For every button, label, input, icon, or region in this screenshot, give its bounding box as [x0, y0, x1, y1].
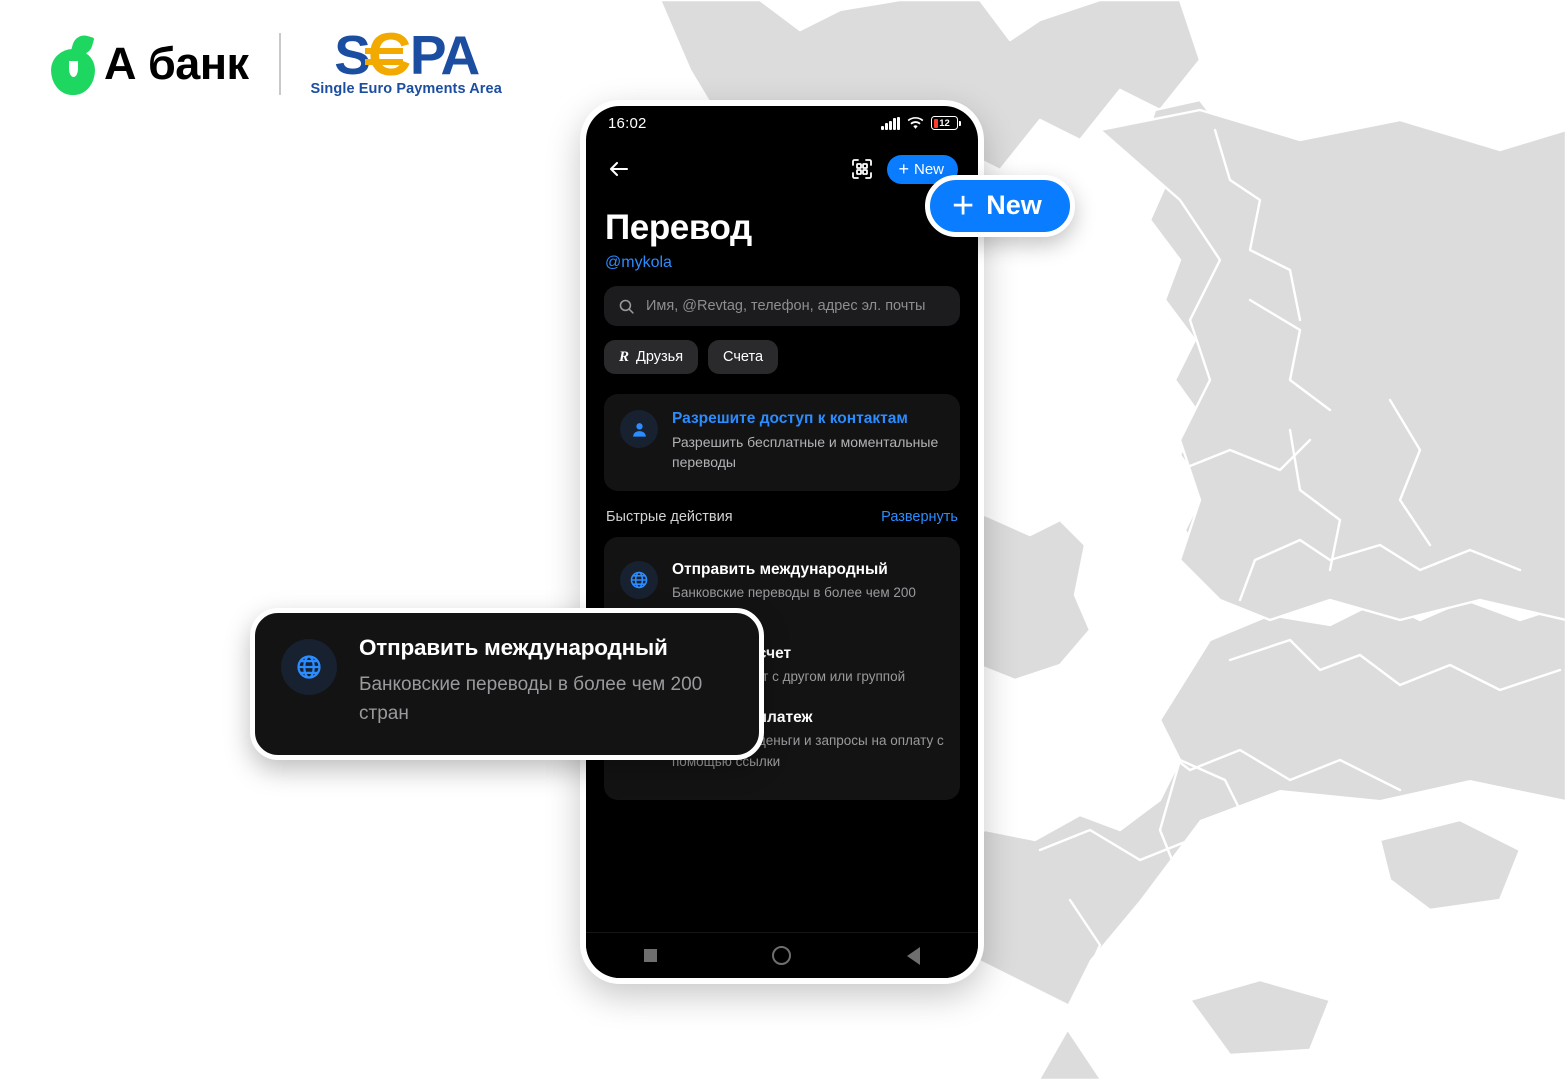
chip-accounts[interactable]: Счета — [708, 340, 779, 374]
screen-content: Перевод @mykola Имя, @Revtag, телефон, а… — [586, 198, 978, 932]
status-bar: 16:02 12 — [586, 106, 978, 140]
qr-scan-icon — [852, 159, 873, 179]
filter-chips: R Друзья Счета — [604, 340, 960, 374]
globe-icon — [281, 639, 337, 695]
sepa-logo: S C PA Single Euro Payments Area — [311, 23, 502, 98]
expand-link[interactable]: Развернуть — [881, 509, 958, 525]
search-icon — [619, 299, 634, 314]
chip-friends-label: Друзья — [636, 349, 684, 365]
quick-action-title: Отправить международный — [672, 560, 888, 578]
plus-icon: + — [952, 184, 975, 227]
battery-level-label: 12 — [939, 117, 950, 129]
revtag-handle[interactable]: @mykola — [605, 254, 960, 272]
search-placeholder: Имя, @Revtag, телефон, адрес эл. почты — [646, 298, 926, 314]
plus-icon: + — [898, 159, 909, 179]
callout-new-button[interactable]: + New — [925, 175, 1075, 237]
phone-mockup: 16:02 12 + New Перевод @mykola Имя, @Rev… — [580, 100, 984, 984]
revolut-r-icon: R — [619, 348, 630, 365]
sepa-letter-s: S — [334, 23, 371, 86]
quick-actions-title: Быстрые действия — [606, 508, 733, 525]
abank-wordmark: А банк — [104, 38, 249, 89]
chip-friends[interactable]: R Друзья — [604, 340, 699, 374]
sepa-letters-pa: PA — [409, 23, 480, 86]
globe-icon — [620, 560, 658, 599]
chip-accounts-label: Счета — [723, 349, 764, 365]
apple-logo-icon — [48, 32, 98, 95]
circle-icon[interactable] — [772, 946, 792, 965]
arrow-left-icon — [609, 161, 629, 177]
status-clock: 16:02 — [608, 114, 647, 132]
search-input[interactable]: Имя, @Revtag, телефон, адрес эл. почты — [604, 286, 960, 326]
callout-new-label: New — [986, 190, 1042, 220]
wifi-icon — [907, 116, 924, 129]
callout-title: Отправить международный — [359, 635, 668, 660]
battery-icon: 12 — [931, 116, 961, 130]
square-icon[interactable] — [643, 949, 657, 962]
contacts-permission-title: Разрешите доступ к контактам — [672, 410, 908, 427]
euro-symbol-icon: C — [364, 25, 413, 85]
android-navigation-bar — [586, 932, 978, 978]
abank-logo: А банк — [48, 32, 249, 95]
page-title: Перевод — [605, 208, 752, 247]
person-icon — [620, 410, 658, 448]
brand-header: А банк S C PA Single Euro Payments Area — [48, 23, 502, 98]
brand-divider — [278, 32, 281, 95]
phone-screen: 16:02 12 + New Перевод @mykola Имя, @Rev… — [586, 106, 978, 978]
status-icons: 12 — [881, 116, 961, 130]
back-button[interactable] — [604, 154, 634, 184]
cellular-signal-icon — [881, 116, 900, 130]
callout-international-transfer[interactable]: Отправить международный Банковские перев… — [250, 608, 764, 760]
app-nav-bar: + New — [586, 140, 978, 198]
qr-scan-button[interactable] — [847, 154, 877, 184]
new-button-label: New — [913, 160, 944, 178]
contacts-permission-subtitle: Разрешить бесплатные и моментальные пере… — [672, 434, 939, 471]
contacts-permission-card[interactable]: Разрешите доступ к контактам Разрешить б… — [604, 394, 960, 491]
callout-subtitle: Банковские переводы в более чем 200 стра… — [359, 674, 703, 725]
quick-actions-header: Быстрые действия Развернуть — [606, 509, 958, 525]
screenshot-root: А банк S C PA Single Euro Payments Area … — [0, 0, 1566, 1080]
triangle-back-icon[interactable] — [907, 946, 921, 965]
